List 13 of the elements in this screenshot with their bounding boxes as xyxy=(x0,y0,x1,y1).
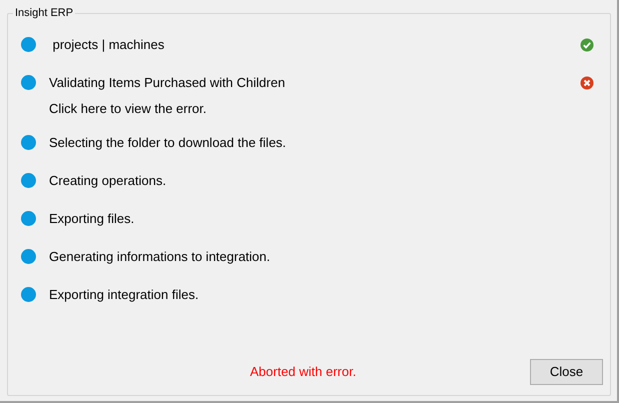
error-icon xyxy=(580,76,594,90)
step-label: Validating Items Purchased with Children xyxy=(49,74,286,92)
group-title: Insight ERP xyxy=(14,6,74,21)
step-label: projects | machines xyxy=(52,36,166,54)
check-icon xyxy=(580,38,594,52)
status-message: Aborted with error. xyxy=(250,363,356,382)
step-label: Exporting files. xyxy=(49,210,136,228)
error-link[interactable]: Click here to view the error. xyxy=(49,94,207,124)
step-label: Generating informations to integration. xyxy=(49,248,272,266)
step-label: Creating operations. xyxy=(49,172,168,190)
step-label: Exporting integration files. xyxy=(49,286,200,304)
step-label: Selecting the folder to download the files. xyxy=(49,134,288,152)
close-button[interactable]: Close xyxy=(530,359,603,385)
